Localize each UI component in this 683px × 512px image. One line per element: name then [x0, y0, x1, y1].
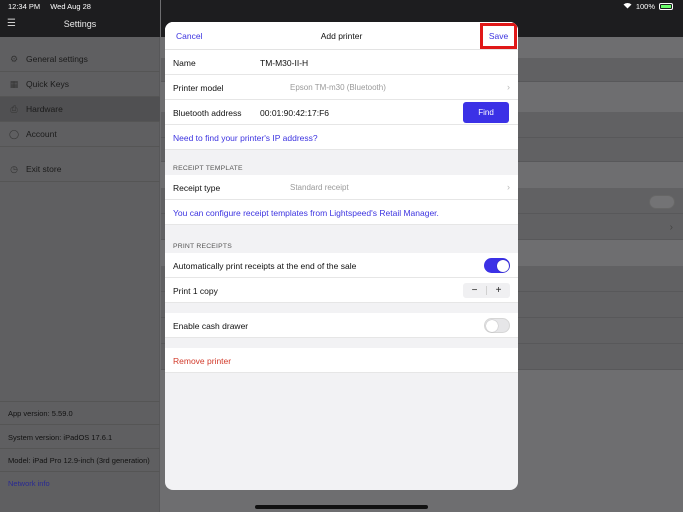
- name-row[interactable]: Name TM-M30-II-H: [165, 50, 518, 75]
- modal-header: Cancel Add printer Save: [165, 22, 518, 50]
- receipt-type-label: Receipt type: [173, 183, 221, 193]
- divider: [0, 424, 160, 425]
- copies-stepper: − +: [463, 283, 510, 298]
- print-receipts-header: PRINT RECEIPTS: [173, 243, 232, 250]
- auto-print-row: Automatically print receipts at the end …: [165, 253, 518, 278]
- sidebar-item-hardware[interactable]: ⎙ Hardware: [0, 97, 160, 122]
- background-toggle: [649, 195, 675, 209]
- ip-help-link[interactable]: Need to find your printer's IP address?: [173, 133, 318, 143]
- sidebar-item-label: Account: [26, 129, 57, 139]
- add-printer-modal: Cancel Add printer Save Name TM-M30-II-H…: [165, 22, 518, 490]
- printer-icon: ⎙: [10, 103, 18, 114]
- divider: [0, 401, 160, 402]
- chevron-right-icon: ›: [507, 182, 510, 192]
- chevron-right-icon: ›: [507, 82, 510, 92]
- auto-print-label: Automatically print receipts at the end …: [173, 261, 357, 271]
- person-icon: ◯: [8, 128, 20, 139]
- decrement-button[interactable]: −: [463, 283, 486, 298]
- sidebar-item-exit-store[interactable]: ◷ Exit store: [0, 157, 160, 182]
- receipt-config-row[interactable]: You can configure receipt templates from…: [165, 200, 518, 225]
- receipt-config-link[interactable]: You can configure receipt templates from…: [173, 208, 439, 218]
- name-field[interactable]: TM-M30-II-H: [260, 58, 308, 68]
- sidebar-item-label: Hardware: [26, 104, 63, 114]
- grid-icon: ▦: [9, 78, 19, 89]
- printer-model-label: Printer model: [173, 83, 224, 93]
- cash-drawer-label: Enable cash drawer: [173, 321, 249, 331]
- app-version: App version: 5.59.0: [8, 409, 73, 418]
- ip-help-row[interactable]: Need to find your printer's IP address?: [165, 125, 518, 150]
- sidebar-item-general-settings[interactable]: ⚙ General settings: [0, 47, 160, 72]
- sidebar-item-label: Quick Keys: [26, 79, 69, 89]
- sidebar-item-label: Exit store: [26, 164, 62, 174]
- receipt-template-header: RECEIPT TEMPLATE: [173, 165, 243, 172]
- home-indicator[interactable]: [255, 505, 428, 509]
- cash-drawer-toggle[interactable]: [484, 318, 510, 333]
- chevron-right-icon: ›: [669, 222, 673, 233]
- print-copies-row: Print 1 copy − +: [165, 278, 518, 303]
- status-bar: 12:34 PM Wed Aug 28 100%: [0, 0, 683, 12]
- divider: [0, 448, 160, 449]
- auto-print-toggle[interactable]: [484, 258, 510, 273]
- gear-icon: ⚙: [9, 53, 19, 64]
- receipt-type-value: Standard receipt: [290, 183, 349, 192]
- receipt-type-row[interactable]: Receipt type Standard receipt ›: [165, 175, 518, 200]
- sidebar-item-label: General settings: [26, 54, 88, 64]
- remove-printer-row[interactable]: Remove printer: [165, 348, 518, 373]
- save-button[interactable]: Save: [480, 23, 517, 49]
- remove-printer-button[interactable]: Remove printer: [173, 356, 231, 366]
- sidebar: ☰ Settings ⚙ General settings ▦ Quick Ke…: [0, 0, 160, 512]
- bluetooth-address-row: Bluetooth address 00:01:90:42:17:F6 Find: [165, 100, 518, 125]
- printer-model-value: Epson TM-m30 (Bluetooth): [290, 83, 386, 92]
- name-label: Name: [173, 58, 196, 68]
- bluetooth-address-value: 00:01:90:42:17:F6: [260, 108, 330, 118]
- wifi-icon: [623, 2, 632, 11]
- status-time: 12:34 PM: [8, 2, 41, 11]
- sidebar-item-quick-keys[interactable]: ▦ Quick Keys: [0, 72, 160, 97]
- battery-percent: 100%: [635, 2, 655, 11]
- clock-icon: ◷: [10, 163, 18, 174]
- sidebar-item-account[interactable]: ◯ Account: [0, 122, 160, 147]
- system-version: System version: iPadOS 17.6.1: [8, 433, 113, 442]
- toggle-knob: [486, 320, 498, 332]
- battery-icon: [659, 3, 673, 10]
- sidebar-title: Settings: [63, 19, 97, 29]
- network-info-link[interactable]: Network info: [8, 479, 50, 488]
- device-model: Model: iPad Pro 12.9-inch (3rd generatio…: [8, 456, 150, 465]
- increment-button[interactable]: +: [487, 283, 510, 298]
- toggle-knob: [496, 259, 509, 272]
- divider: [0, 471, 160, 472]
- find-button[interactable]: Find: [463, 102, 509, 123]
- cash-drawer-row: Enable cash drawer: [165, 313, 518, 338]
- bluetooth-address-label: Bluetooth address: [173, 108, 242, 118]
- printer-model-row[interactable]: Printer model Epson TM-m30 (Bluetooth) ›: [165, 75, 518, 100]
- status-date: Wed Aug 28: [50, 2, 91, 11]
- print-copies-label: Print 1 copy: [173, 286, 218, 296]
- modal-title: Add printer: [320, 31, 363, 41]
